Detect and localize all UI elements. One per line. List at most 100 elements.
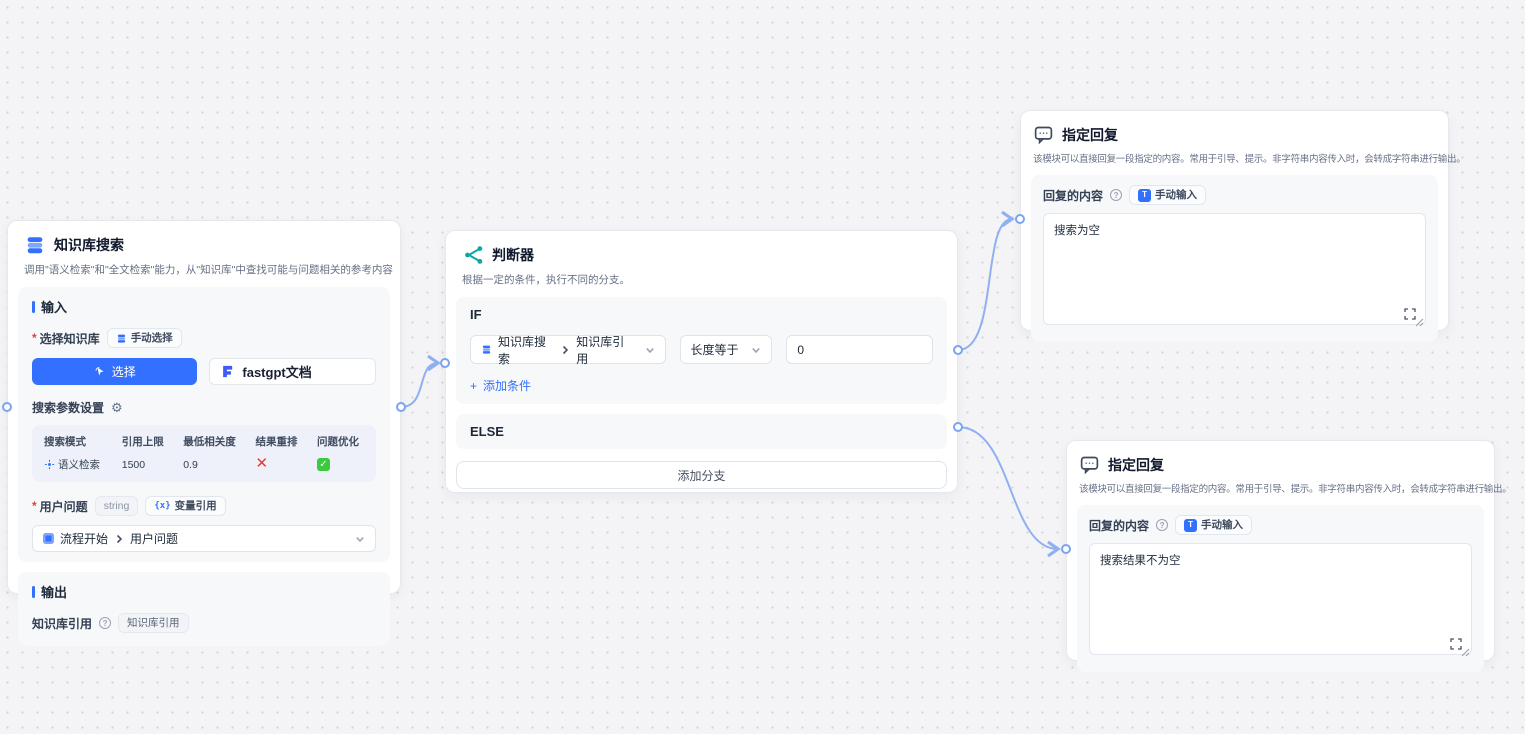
reply-content-textarea[interactable]: 搜索为空 — [1043, 213, 1426, 325]
type-badge: string — [95, 496, 139, 516]
dataset-name: fastgpt文档 — [242, 362, 311, 381]
add-branch-button[interactable]: 添加分支 — [456, 461, 947, 489]
reply-content-section: 回复的内容 ? T 手动输入 搜索为空 — [1031, 175, 1438, 342]
value-source: 流程开始 — [60, 530, 108, 547]
text-input-icon: T — [1184, 519, 1197, 532]
reply-content-section: 回复的内容 ? T 手动输入 搜索结果不为空 — [1077, 505, 1484, 672]
reply-content-textarea[interactable]: 搜索结果不为空 — [1089, 543, 1472, 655]
chevron-right-icon — [114, 534, 124, 544]
add-condition-link[interactable]: + 添加条件 — [470, 377, 933, 394]
section-bar — [32, 586, 35, 598]
reply-content-label: 回复的内容 — [1043, 187, 1103, 204]
question-mark-icon[interactable]: ? — [1110, 189, 1122, 201]
td-quote-limit: 1500 — [122, 459, 183, 471]
input-section-label: 输入 — [32, 297, 376, 316]
chat-bubble-icon — [1033, 124, 1054, 145]
user-question-label: 用户问题 — [40, 498, 88, 515]
condition-source: 知识库搜索 — [498, 333, 554, 367]
dataset-select-label: 选择知识库 — [40, 330, 100, 347]
search-params-table: 搜索模式 引用上限 最低相关度 结果重排 问题优化 语义检索 1500 0.9 — [32, 425, 376, 482]
resize-grip-icon[interactable] — [1414, 317, 1424, 327]
edge-judge-else-to-reply — [958, 427, 1058, 549]
node-reply-not-empty[interactable]: 指定回复 该模块可以直接回复一段指定的内容。常用于引导、提示。非字符串内容传入时… — [1066, 440, 1495, 661]
node-title: 指定回复 — [1108, 455, 1164, 475]
gear-icon[interactable]: ⚙ — [111, 400, 123, 416]
flow-start-icon — [43, 533, 54, 544]
question-mark-icon[interactable]: ? — [99, 617, 111, 629]
params-label: 搜索参数设置 — [32, 399, 104, 416]
handle-judge-left[interactable] — [440, 358, 450, 368]
dataset-small-icon — [116, 333, 127, 344]
else-block: ELSE — [456, 414, 947, 449]
cursor-icon — [94, 366, 106, 378]
select-dataset-button[interactable]: 选择 — [32, 358, 197, 385]
manual-input-badge[interactable]: T 手动输入 — [1129, 185, 1206, 205]
handle-search-right[interactable] — [396, 402, 406, 412]
handle-search-left[interactable] — [2, 402, 12, 412]
else-label: ELSE — [470, 424, 933, 439]
output-section: 输出 知识库引用 ? 知识库引用 — [18, 572, 390, 646]
chat-bubble-icon — [1079, 454, 1100, 475]
handle-judge-else-right[interactable] — [953, 422, 963, 432]
if-label: IF — [470, 307, 933, 322]
th-min-relevance: 最低相关度 — [183, 434, 255, 449]
condition-value: 0 — [797, 343, 804, 357]
value-field: 用户问题 — [130, 530, 178, 547]
node-description: 该模块可以直接回复一段指定的内容。常用于引导、提示。非字符串内容传入时，会转成字… — [1033, 151, 1436, 165]
condition-operator-select[interactable]: 长度等于 — [680, 335, 773, 364]
node-reply-empty[interactable]: 指定回复 该模块可以直接回复一段指定的内容。常用于引导、提示。非字符串内容传入时… — [1020, 110, 1449, 331]
chevron-right-icon — [560, 345, 570, 355]
section-bar — [32, 301, 35, 313]
chevron-down-icon — [751, 345, 761, 355]
node-judge[interactable]: 判断器 根据一定的条件，执行不同的分支。 IF 知识库搜索 知识库引用 — [445, 230, 958, 493]
node-title: 指定回复 — [1062, 125, 1118, 145]
chevron-down-icon — [355, 534, 365, 544]
th-rerank: 结果重排 — [256, 434, 317, 449]
td-min-relevance: 0.9 — [183, 459, 255, 471]
dataset-icon — [24, 234, 46, 256]
manual-select-badge[interactable]: 手动选择 — [107, 328, 182, 348]
question-mark-icon[interactable]: ? — [1156, 519, 1168, 531]
workflow-canvas[interactable]: 知识库搜索 调用"语义检索"和"全文检索"能力，从"知识库"中查找可能与问题相关… — [0, 0, 1525, 734]
node-dataset-search[interactable]: 知识库搜索 调用"语义检索"和"全文检索"能力，从"知识库"中查找可能与问题相关… — [7, 220, 401, 594]
handle-reply-bottom-left[interactable] — [1061, 544, 1071, 554]
chevron-down-icon — [645, 345, 655, 355]
resize-grip-icon[interactable] — [1460, 647, 1470, 657]
node-description: 根据一定的条件，执行不同的分支。 — [462, 272, 941, 287]
output-value-badge: 知识库引用 — [118, 613, 189, 633]
node-description: 该模块可以直接回复一段指定的内容。常用于引导、提示。非字符串内容传入时，会转成字… — [1079, 481, 1482, 495]
handle-reply-top-left[interactable] — [1015, 214, 1025, 224]
th-quote-limit: 引用上限 — [122, 434, 183, 449]
node-title: 知识库搜索 — [54, 235, 124, 255]
node-description: 调用"语义检索"和"全文检索"能力，从"知识库"中查找可能与问题相关的参考内容 — [24, 262, 384, 277]
if-block: IF 知识库搜索 知识库引用 长度等于 — [456, 297, 947, 404]
condition-variable-select[interactable]: 知识库搜索 知识库引用 — [470, 335, 666, 364]
required-asterisk: * — [32, 499, 37, 513]
text-input-icon: T — [1138, 189, 1151, 202]
th-search-mode: 搜索模式 — [44, 434, 122, 449]
question-value-select[interactable]: 流程开始 用户问题 — [32, 525, 376, 552]
cross-icon: ✕ — [256, 455, 269, 472]
manual-input-badge[interactable]: T 手动输入 — [1175, 515, 1252, 535]
brace-icon: {x} — [154, 499, 170, 513]
node-title: 判断器 — [492, 245, 534, 265]
variable-reference-badge[interactable]: {x} 变量引用 — [145, 496, 225, 516]
output-name: 知识库引用 — [32, 615, 92, 632]
fastgpt-logo-icon — [220, 364, 235, 379]
condition-value-input[interactable]: 0 — [786, 335, 933, 364]
reply-content-label: 回复的内容 — [1089, 517, 1149, 534]
semantic-search-icon — [44, 459, 55, 470]
input-section: 输入 * 选择知识库 手动选择 选择 — [18, 287, 390, 562]
th-question-optimize: 问题优化 — [317, 434, 364, 449]
operator-value: 长度等于 — [691, 341, 739, 358]
selected-dataset-card[interactable]: fastgpt文档 — [209, 358, 376, 385]
condition-field: 知识库引用 — [576, 333, 632, 367]
edge-search-to-judge — [401, 363, 438, 407]
required-asterisk: * — [32, 331, 37, 345]
edge-judge-if-to-reply — [958, 219, 1012, 350]
handle-judge-if-right[interactable] — [953, 345, 963, 355]
td-search-mode: 语义检索 — [58, 457, 100, 472]
dataset-small-icon — [481, 344, 492, 355]
output-section-label: 输出 — [32, 582, 376, 601]
check-icon: ✓ — [317, 458, 330, 471]
